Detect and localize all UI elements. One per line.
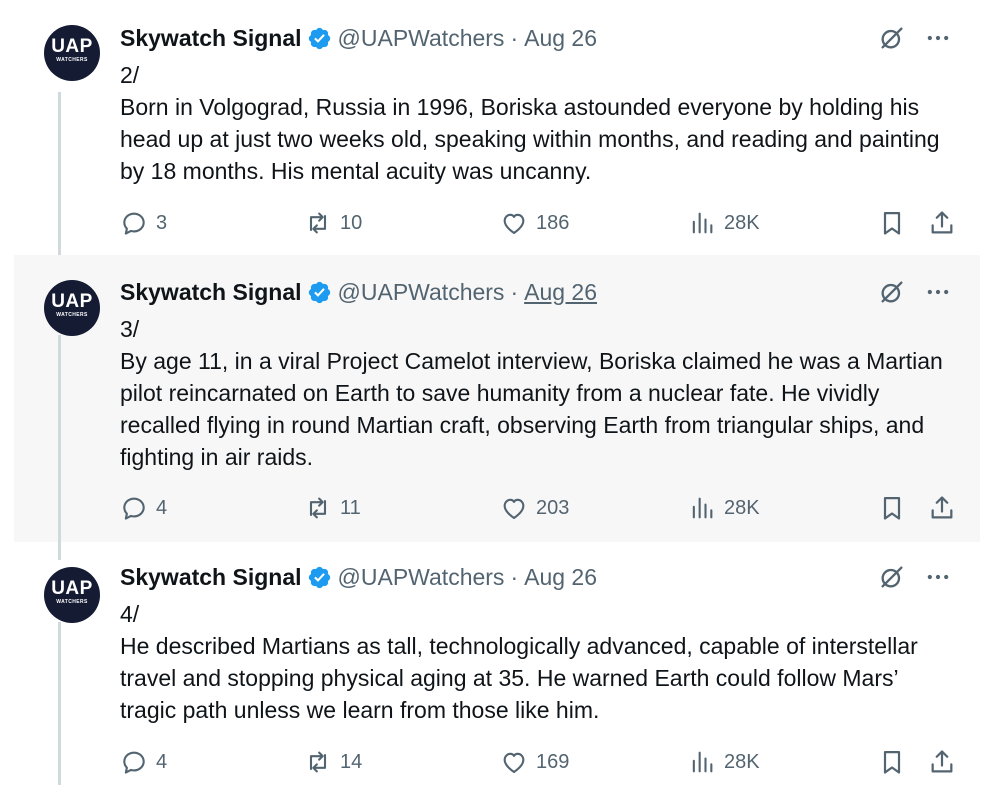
tweet[interactable]: UAP WATCHERS Skywatch Signal @UAPWatcher… [14,542,980,785]
display-name[interactable]: Skywatch Signal [120,279,302,306]
verified-badge-icon[interactable] [307,280,332,305]
thread-number: 2/ [120,62,140,88]
reply-button[interactable]: 3 [120,206,167,240]
verified-badge-icon[interactable] [307,26,332,51]
tweet-top-actions [878,563,952,591]
separator-dot: · [510,24,519,51]
user-handle[interactable]: @UAPWatchers [338,25,505,52]
views-icon [692,497,713,519]
bookmark-button[interactable] [878,491,906,525]
retweet-count: 14 [340,750,363,773]
share-icon [931,750,953,773]
tweet-header: Skywatch Signal @UAPWatchers · Aug 26 [120,278,597,306]
retweet-icon [309,212,327,234]
thread-feed: UAP WATCHERS Skywatch Signal @UAPWatcher… [0,0,982,785]
more-icon[interactable] [924,278,952,306]
retweet-icon [309,751,327,773]
grok-icon[interactable] [878,24,906,52]
retweet-button[interactable]: 10 [304,206,362,240]
views-button[interactable]: 28K [688,745,760,779]
tweet-body: By age 11, in a viral Project Camelot in… [120,348,943,470]
views-icon [692,212,713,234]
like-button[interactable]: 186 [500,206,569,240]
tweet-actions: 4 14 169 28K [120,745,958,779]
reply-icon [123,497,145,520]
share-icon [931,211,953,234]
reply-count: 4 [156,750,168,773]
verified-badge-icon[interactable] [307,565,332,590]
like-icon [503,498,525,519]
tweet-date[interactable]: Aug 26 [524,25,597,52]
views-count: 28K [724,750,760,773]
tweet-text: 3/ By age 11, in a viral Project Camelot… [120,313,960,473]
tweet-top-actions [878,278,952,306]
retweet-button[interactable]: 14 [304,745,362,779]
thread-number: 3/ [120,316,140,342]
tweet-date[interactable]: Aug 26 [524,564,597,591]
grok-icon[interactable] [878,563,906,591]
tweet-content: UAP WATCHERS Skywatch Signal @UAPWatcher… [14,255,980,542]
like-icon [503,213,525,234]
bookmark-icon [883,211,901,235]
reply-icon [123,751,145,774]
views-icon [692,751,713,773]
user-handle[interactable]: @UAPWatchers [338,564,505,591]
bookmark-icon [883,750,901,774]
retweet-count: 10 [340,211,363,234]
avatar[interactable]: UAP WATCHERS [44,25,100,81]
views-count: 28K [724,496,760,519]
tweet-date[interactable]: Aug 26 [524,279,597,306]
bookmark-button[interactable] [878,745,906,779]
bookmark-icon [883,496,901,520]
retweet-button[interactable]: 11 [304,491,361,525]
bookmark-button[interactable] [878,206,906,240]
tweet-text: 4/ He described Martians as tall, techno… [120,598,960,726]
like-button[interactable]: 203 [500,491,569,525]
tweet-text: 2/ Born in Volgograd, Russia in 1996, Bo… [120,59,960,187]
user-handle[interactable]: @UAPWatchers [338,279,505,306]
separator-dot: · [510,278,519,305]
like-count: 169 [536,750,570,773]
like-button[interactable]: 169 [500,745,569,779]
like-count: 186 [536,211,570,234]
share-button[interactable] [928,206,956,240]
views-count: 28K [724,211,760,234]
reply-button[interactable]: 4 [120,491,167,525]
views-button[interactable]: 28K [688,206,760,240]
display-name[interactable]: Skywatch Signal [120,25,302,52]
reply-count: 4 [156,496,168,519]
more-icon[interactable] [924,563,952,591]
avatar[interactable]: UAP WATCHERS [44,567,100,623]
tweet-body: He described Martians as tall, technolog… [120,633,918,723]
retweet-count: 11 [340,496,361,519]
thread-number: 4/ [120,601,140,627]
tweet-top-actions [878,24,952,52]
tweet-header: Skywatch Signal @UAPWatchers · Aug 26 [120,563,597,591]
tweet-header: Skywatch Signal @UAPWatchers · Aug 26 [120,24,597,52]
tweet-body: Born in Volgograd, Russia in 1996, Boris… [120,94,940,184]
tweet-actions: 4 11 203 28K [120,491,958,525]
share-icon [931,496,953,519]
reply-button[interactable]: 4 [120,745,167,779]
share-button[interactable] [928,745,956,779]
reply-icon [123,212,145,235]
share-button[interactable] [928,491,956,525]
tweet[interactable]: UAP WATCHERS Skywatch Signal @UAPWatcher… [14,0,980,255]
like-count: 203 [536,496,570,519]
views-button[interactable]: 28K [688,491,760,525]
separator-dot: · [510,563,519,590]
grok-icon[interactable] [878,278,906,306]
retweet-icon [309,497,327,519]
reply-count: 3 [156,211,168,234]
display-name[interactable]: Skywatch Signal [120,564,302,591]
tweet-actions: 3 10 186 28K [120,206,958,240]
like-icon [503,752,525,773]
more-icon[interactable] [924,24,952,52]
avatar[interactable]: UAP WATCHERS [44,280,100,336]
